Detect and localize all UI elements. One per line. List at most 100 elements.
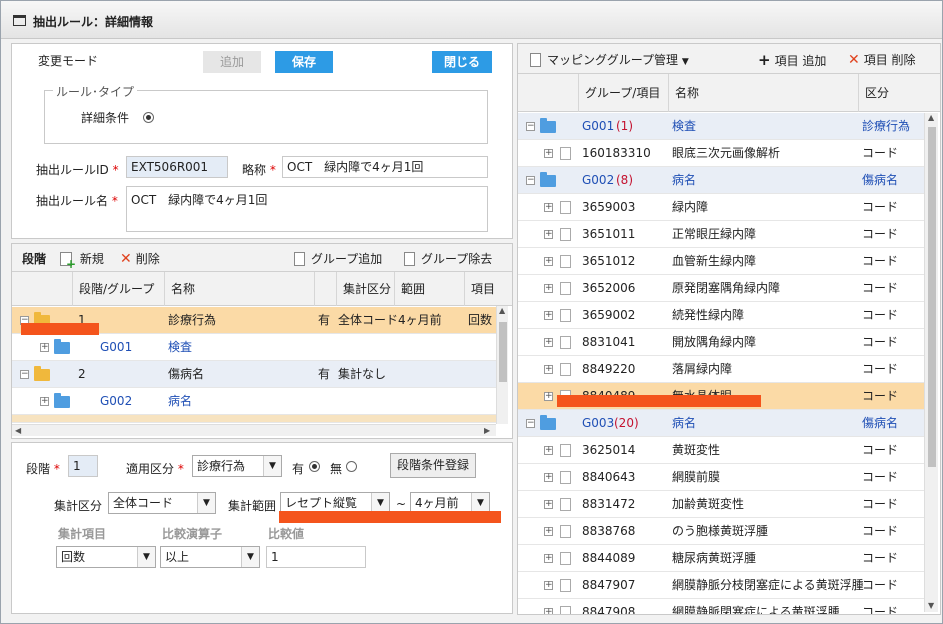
collapse-icon[interactable]: − xyxy=(20,370,29,379)
stage-number-field[interactable]: 1 xyxy=(68,455,98,477)
expand-icon[interactable]: + xyxy=(544,230,553,239)
scroll-right-icon[interactable]: ▶ xyxy=(484,426,490,435)
name-cell: 眼底三次元画像解析 xyxy=(672,146,781,160)
rule-name-field[interactable]: OCT 緑内障で4ヶ月1回 xyxy=(126,186,488,232)
add-item-button[interactable]: + 項目 追加 xyxy=(758,51,826,69)
scroll-up-icon[interactable]: ▲ xyxy=(928,113,934,122)
no-radio[interactable] xyxy=(346,461,357,472)
expand-icon[interactable]: + xyxy=(544,392,553,401)
expand-icon[interactable]: + xyxy=(544,446,553,455)
expand-icon[interactable]: + xyxy=(544,473,553,482)
mapping-group-row[interactable]: − G001 (1) 検査 診療行為 xyxy=(518,113,924,140)
expand-icon[interactable]: + xyxy=(40,397,49,406)
col-item[interactable]: 項目 xyxy=(464,272,504,306)
expand-icon[interactable]: + xyxy=(544,257,553,266)
col-kind[interactable]: 区分 xyxy=(858,74,908,112)
mapping-item-row[interactable]: +8838768 のう胞様黄斑浮腫 コード xyxy=(518,518,924,545)
apply-label: 適用区分 * xyxy=(126,460,184,477)
apply-label-text: 適用区分 xyxy=(126,462,175,476)
name-cell: 原発閉塞隅角緑内障 xyxy=(672,281,781,295)
expand-icon[interactable]: + xyxy=(544,203,553,212)
mapping-item-row[interactable]: +3651012 血管新生緑内障 コード xyxy=(518,248,924,275)
collapse-icon[interactable]: − xyxy=(526,176,535,185)
mapping-item-row[interactable]: +8844089 糖尿病黄斑浮腫 コード xyxy=(518,545,924,572)
mapping-item-row[interactable]: +3659002 続発性緑内障 コード xyxy=(518,302,924,329)
scroll-thumb[interactable] xyxy=(928,127,936,467)
mapping-item-row[interactable]: +160183310 眼底三次元画像解析 コード xyxy=(518,140,924,167)
group-add-button[interactable]: グループ追加 xyxy=(294,250,382,267)
register-stage-button[interactable]: 段階条件登録 xyxy=(390,453,476,478)
scroll-down-icon[interactable]: ▼ xyxy=(928,601,934,610)
scroll-up-icon[interactable]: ▲ xyxy=(499,306,505,315)
col-name[interactable]: 名称 xyxy=(164,272,314,306)
compare-op-value: 以上 xyxy=(165,550,190,564)
count-cell: (1) xyxy=(616,119,633,133)
mapping-item-row[interactable]: +3651011 正常眼圧緑内障 コード xyxy=(518,221,924,248)
compare-value-field[interactable]: 1 xyxy=(266,546,366,568)
agg-type-select[interactable]: 全体コード ▼ xyxy=(108,492,216,514)
mapping-item-row[interactable]: +8847908 網膜静脈閉塞症による黄斑浮腫 コード xyxy=(518,599,924,614)
rule-type-radio[interactable] xyxy=(143,112,154,123)
mapping-item-row[interactable]: +8849220 落屑緑内障 コード xyxy=(518,356,924,383)
group-remove-button[interactable]: グループ除去 xyxy=(404,250,492,267)
collapse-icon[interactable]: − xyxy=(526,419,535,428)
mapping-item-row[interactable]: +8847907 網膜静脈分枝閉塞症による黄斑浮腫 コード xyxy=(518,572,924,599)
col-flag[interactable] xyxy=(314,272,336,306)
expand-icon[interactable]: + xyxy=(544,365,553,374)
delete-item-label: 項目 削除 xyxy=(863,53,916,67)
expand-icon[interactable]: + xyxy=(544,149,553,158)
mapping-item-row[interactable]: +3659003 緑内障 コード xyxy=(518,194,924,221)
mapping-item-row[interactable]: +3625014 黄斑変性 コード xyxy=(518,437,924,464)
close-button[interactable]: 閉じる xyxy=(432,51,492,73)
kind-cell: コード xyxy=(862,200,899,214)
name-cell: 正常眼圧緑内障 xyxy=(672,227,757,241)
document-icon xyxy=(404,252,415,266)
stage-row[interactable]: + G002 病名 xyxy=(12,388,496,415)
mapping-vscrollbar[interactable]: ▲ ▼ xyxy=(924,113,938,612)
col-range[interactable]: 範囲 xyxy=(394,272,464,306)
chevron-down-icon: ▼ xyxy=(471,493,489,513)
yes-radio[interactable] xyxy=(309,461,320,472)
mapping-group-row[interactable]: − G002 (8) 病名 傷病名 xyxy=(518,167,924,194)
abbrev-field[interactable]: OCT 緑内障で4ヶ月1回 xyxy=(282,156,488,178)
stage-hscrollbar[interactable]: ◀ ▶ xyxy=(12,424,496,436)
col-mapping-name[interactable]: 名称 xyxy=(668,74,858,112)
delete-stage-button[interactable]: ✕ 削除 xyxy=(120,250,160,267)
save-button[interactable]: 保存 xyxy=(275,51,333,73)
expand-icon[interactable]: + xyxy=(40,343,49,352)
expand-icon[interactable]: + xyxy=(544,284,553,293)
scroll-left-icon[interactable]: ◀ xyxy=(15,426,21,435)
apply-select[interactable]: 診療行為 ▼ xyxy=(192,455,282,477)
name-cell: 緑内障 xyxy=(672,200,709,214)
mapping-item-row[interactable]: +8840643 網膜前膜 コード xyxy=(518,464,924,491)
mapping-item-row[interactable]: +8831472 加齢黄斑変性 コード xyxy=(518,491,924,518)
agg-item-select[interactable]: 回数 ▼ xyxy=(56,546,156,568)
expand-icon[interactable]: + xyxy=(544,500,553,509)
delete-item-button[interactable]: ✕ 項目 削除 xyxy=(848,51,916,68)
collapse-icon[interactable]: − xyxy=(526,122,535,131)
col-group-item[interactable]: グループ/項目 xyxy=(578,74,668,112)
expand-icon[interactable]: + xyxy=(544,338,553,347)
expand-icon[interactable]: + xyxy=(544,554,553,563)
expand-icon[interactable]: + xyxy=(544,608,553,614)
col-stage-group[interactable]: 段階/グループ xyxy=(72,272,164,306)
add-button[interactable]: 追加 xyxy=(203,51,261,73)
compare-op-select[interactable]: 以上 ▼ xyxy=(160,546,260,568)
kind-cell: 傷病名 xyxy=(862,416,899,430)
mapping-item-row[interactable]: +8831041 開放隅角緑内障 コード xyxy=(518,329,924,356)
expand-icon[interactable]: + xyxy=(544,581,553,590)
col-agg[interactable]: 集計区分 xyxy=(336,272,394,306)
stage-vscrollbar[interactable]: ▲ xyxy=(496,306,508,424)
stage-row[interactable]: + G001 検査 xyxy=(12,334,496,361)
kind-cell: コード xyxy=(862,389,899,403)
rule-id-field[interactable]: EXT506R001 xyxy=(126,156,228,178)
window-title: 抽出ルール：詳細情報 xyxy=(33,15,154,29)
stage-row[interactable]: − 2 傷病名 有 集計なし xyxy=(12,361,496,388)
new-stage-button[interactable]: 新規 xyxy=(60,250,104,271)
mapping-group-row[interactable]: − G003 (20) 病名 傷病名 xyxy=(518,410,924,437)
mapping-menu[interactable]: マッピンググループ管理 ▼ xyxy=(530,51,689,68)
mapping-item-row[interactable]: +3652006 原発閉塞隅角緑内障 コード xyxy=(518,275,924,302)
expand-icon[interactable]: + xyxy=(544,527,553,536)
scroll-thumb[interactable] xyxy=(499,322,507,382)
expand-icon[interactable]: + xyxy=(544,311,553,320)
